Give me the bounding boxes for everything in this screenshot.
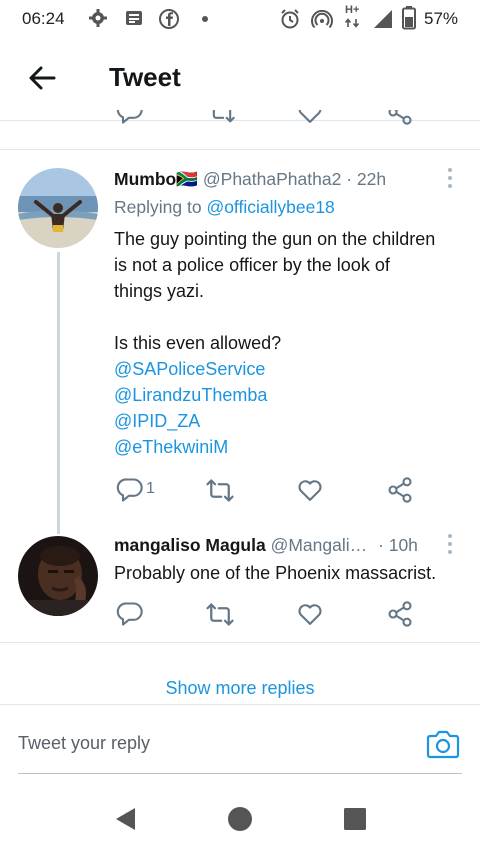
replying-to-handle[interactable]: @officiallybee18 bbox=[206, 197, 334, 217]
show-more-replies-link[interactable]: Show more replies bbox=[0, 678, 480, 699]
more-options-icon[interactable] bbox=[445, 533, 455, 555]
separator-dot: · bbox=[346, 169, 353, 189]
display-name[interactable]: mangaliso Magula bbox=[114, 535, 266, 555]
tweet-text-line: The guy pointing the gun on the children bbox=[114, 229, 436, 249]
status-bar: 06:24 H+ 57% bbox=[0, 0, 480, 38]
news-icon bbox=[126, 11, 142, 25]
back-arrow-icon[interactable] bbox=[26, 62, 58, 94]
mention-link[interactable]: @SAPoliceService bbox=[114, 356, 435, 382]
battery-percentage: 57% bbox=[424, 9, 459, 28]
avatar[interactable] bbox=[18, 168, 98, 248]
settings-icon bbox=[89, 9, 107, 27]
tweet-time: 22h bbox=[356, 169, 387, 189]
retweet-icon[interactable] bbox=[205, 478, 235, 503]
reply-composer: Tweet your reply bbox=[0, 704, 480, 775]
data-arrows-icon bbox=[344, 18, 360, 28]
like-icon[interactable] bbox=[296, 600, 324, 628]
tweet-time: 10h bbox=[388, 535, 418, 555]
battery-icon bbox=[402, 6, 416, 30]
nav-back-icon[interactable] bbox=[113, 806, 137, 832]
mention-link[interactable]: @eThekwiniM bbox=[114, 434, 435, 460]
hotspot-icon bbox=[311, 9, 333, 29]
tweet-header: mangaliso Magula @Mangali… · 10h bbox=[114, 535, 418, 556]
divider bbox=[0, 149, 480, 150]
tweet-header: Mumbo🇿🇦 @PhathaPhatha2 · 22h bbox=[114, 169, 386, 190]
tweet-text: Probably one of the Phoenix massacrist. bbox=[114, 563, 437, 583]
thread-line bbox=[57, 252, 60, 534]
reply-icon[interactable] bbox=[116, 476, 144, 504]
notification-dot-icon bbox=[202, 16, 208, 22]
nav-recents-icon[interactable] bbox=[343, 807, 367, 831]
avatar[interactable] bbox=[18, 536, 98, 616]
reply-input-underline bbox=[18, 773, 462, 774]
nav-home-icon[interactable] bbox=[226, 805, 254, 833]
alarm-icon bbox=[281, 9, 299, 29]
tweet-text-line: things yazi. bbox=[114, 281, 205, 301]
user-handle[interactable]: @Mangali… bbox=[271, 535, 368, 555]
like-icon[interactable] bbox=[296, 476, 324, 504]
app-bar: Tweet bbox=[0, 38, 480, 121]
signal-icon bbox=[374, 10, 392, 28]
status-time: 06:24 bbox=[22, 9, 65, 28]
like-icon[interactable] bbox=[296, 110, 324, 126]
reply-icon[interactable] bbox=[116, 600, 144, 628]
user-handle[interactable]: @PhathaPhatha2 bbox=[203, 169, 341, 189]
reply-input[interactable]: Tweet your reply bbox=[18, 733, 150, 754]
previous-tweet-actions bbox=[0, 110, 480, 132]
more-options-icon[interactable] bbox=[445, 167, 455, 189]
tweet-text-line: Is this even allowed? bbox=[114, 333, 282, 353]
system-nav-bar bbox=[0, 784, 480, 854]
tweet-text: The guy pointing the gun on the children… bbox=[114, 226, 435, 460]
network-type: H+ bbox=[345, 4, 360, 16]
mention-link[interactable]: @IPID_ZA bbox=[114, 408, 435, 434]
mention-link[interactable]: @LirandzuThemba bbox=[114, 382, 435, 408]
tweet-text-line: is not a police officer by the look of bbox=[114, 255, 390, 275]
reply-count: 1 bbox=[146, 480, 155, 497]
display-name[interactable]: Mumbo bbox=[114, 169, 176, 189]
divider bbox=[0, 642, 480, 643]
reply-icon[interactable] bbox=[116, 110, 144, 126]
share-icon[interactable] bbox=[386, 600, 414, 628]
retweet-icon[interactable] bbox=[205, 602, 235, 627]
share-icon[interactable] bbox=[386, 476, 414, 504]
replying-to-label: Replying to bbox=[114, 197, 202, 217]
flag-emoji: 🇿🇦 bbox=[176, 169, 199, 189]
camera-icon[interactable] bbox=[426, 729, 460, 759]
separator-dot: · bbox=[378, 535, 384, 555]
facebook-icon bbox=[159, 9, 179, 29]
page-title: Tweet bbox=[109, 62, 181, 92]
retweet-icon[interactable] bbox=[208, 110, 236, 124]
replying-to: Replying to @officiallybee18 bbox=[114, 197, 335, 218]
share-icon[interactable] bbox=[386, 110, 414, 126]
